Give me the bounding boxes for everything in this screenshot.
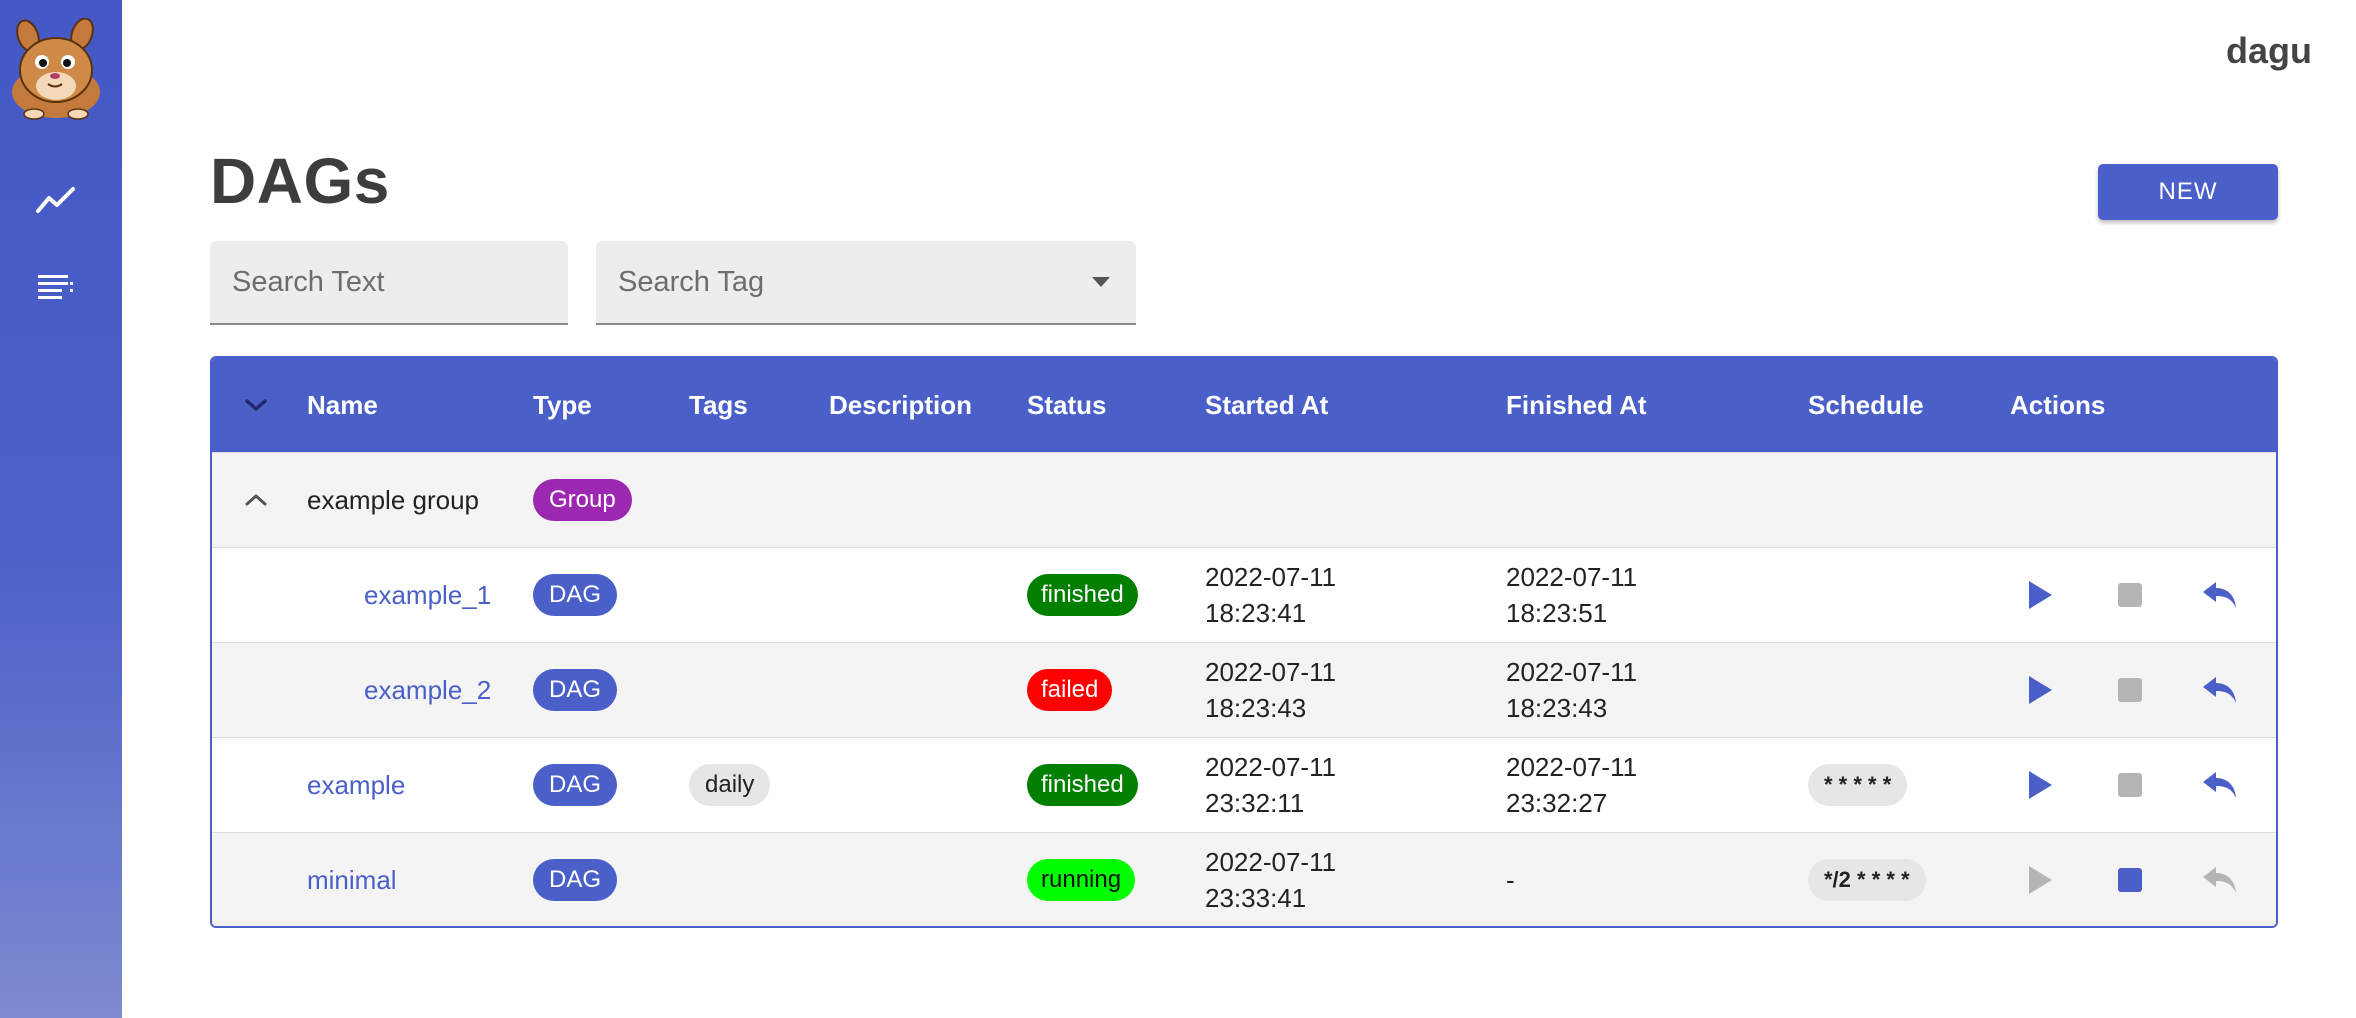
type-chip: DAG <box>533 574 618 616</box>
started-date: 2022-07-11 <box>1205 657 1337 687</box>
finished-date: 2022-07-11 <box>1506 657 1638 687</box>
dashboard-chart-icon[interactable] <box>32 176 80 224</box>
table-header: Name Type Tags Description Status Starte… <box>212 358 2276 452</box>
search-tag-field <box>596 241 1136 325</box>
started-time: 23:33:41 <box>1205 883 1307 913</box>
page-title: DAGs <box>210 145 390 217</box>
started-at: 2022-07-11 18:23:41 <box>1205 559 1336 631</box>
dag-name-link[interactable]: minimal <box>307 865 397 896</box>
column-header-started-at[interactable]: Started At <box>1205 358 1328 452</box>
stop-icon[interactable] <box>2110 765 2150 805</box>
started-date: 2022-07-11 <box>1205 752 1337 782</box>
play-icon[interactable] <box>2020 765 2060 805</box>
finished-at: 2022-07-11 18:23:51 <box>1506 559 1637 631</box>
stop-icon[interactable] <box>2110 860 2150 900</box>
search-tag-input[interactable] <box>596 241 1136 323</box>
finished-time: 18:23:43 <box>1506 693 1608 723</box>
finished-date: 2022-07-11 <box>1506 752 1638 782</box>
sidebar <box>0 0 122 1018</box>
column-header-name[interactable]: Name <box>307 358 378 452</box>
started-at: 2022-07-11 23:32:11 <box>1205 749 1336 821</box>
column-header-type[interactable]: Type <box>533 358 592 452</box>
dag-list-icon[interactable] <box>32 262 80 310</box>
stop-icon[interactable] <box>2110 670 2150 710</box>
finished-date: 2022-07-11 <box>1506 562 1638 592</box>
started-date: 2022-07-11 <box>1205 562 1337 592</box>
finished-at: 2022-07-11 23:32:27 <box>1506 749 1637 821</box>
table-row: example_1 DAG finished 2022-07-11 18:23:4… <box>212 547 2276 642</box>
column-header-description[interactable]: Description <box>829 358 972 452</box>
retry-icon[interactable] <box>2200 575 2240 615</box>
chevron-down-icon[interactable] <box>236 385 276 425</box>
schedule-chip: * * * * * <box>1808 764 1908 806</box>
dropdown-arrow-icon[interactable] <box>1092 277 1110 287</box>
play-icon[interactable] <box>2020 670 2060 710</box>
started-time: 18:23:41 <box>1205 598 1307 628</box>
group-type-chip: Group <box>533 479 632 521</box>
type-chip: DAG <box>533 669 618 711</box>
finished-time: 18:23:51 <box>1506 598 1608 628</box>
started-time: 18:23:43 <box>1205 693 1307 723</box>
status-badge: finished <box>1027 574 1138 616</box>
finished-at: 2022-07-11 18:23:43 <box>1506 654 1637 726</box>
tag-chip[interactable]: daily <box>689 764 771 806</box>
started-time: 23:32:11 <box>1205 788 1305 818</box>
group-row[interactable]: example group Group <box>212 452 2276 547</box>
table-row: example_2 DAG failed 2022-07-11 18:23:43 … <box>212 642 2276 737</box>
schedule-chip: */2 * * * * <box>1808 859 1926 901</box>
play-icon[interactable] <box>2020 575 2060 615</box>
column-header-schedule[interactable]: Schedule <box>1808 358 1924 452</box>
retry-icon[interactable] <box>2200 860 2240 900</box>
new-dag-button[interactable]: NEW <box>2098 164 2278 220</box>
stop-icon[interactable] <box>2110 575 2150 615</box>
search-text-field <box>210 241 568 325</box>
search-text-input[interactable] <box>210 241 568 323</box>
retry-icon[interactable] <box>2200 765 2240 805</box>
brand-name: dagu <box>2226 30 2312 71</box>
type-chip: DAG <box>533 764 618 806</box>
status-badge: failed <box>1027 669 1113 711</box>
finished-at: - <box>1506 864 1515 895</box>
group-name[interactable]: example group <box>307 485 479 516</box>
dag-name-link[interactable]: example <box>307 770 405 801</box>
status-badge: finished <box>1027 764 1138 806</box>
started-at: 2022-07-11 18:23:43 <box>1205 654 1336 726</box>
started-at: 2022-07-11 23:33:41 <box>1205 844 1336 916</box>
retry-icon[interactable] <box>2200 670 2240 710</box>
chevron-up-icon[interactable] <box>236 480 276 520</box>
table-row: minimal DAG running 2022-07-11 23:33:41 -… <box>212 832 2276 926</box>
column-header-status[interactable]: Status <box>1027 358 1106 452</box>
column-header-tags[interactable]: Tags <box>689 358 748 452</box>
table-row: example DAG daily finished 2022-07-11 23:… <box>212 737 2276 832</box>
finished-time: 23:32:27 <box>1506 788 1608 818</box>
dag-name-link[interactable]: example_2 <box>364 675 491 706</box>
play-icon[interactable] <box>2020 860 2060 900</box>
column-header-finished-at[interactable]: Finished At <box>1506 358 1647 452</box>
type-chip: DAG <box>533 859 618 901</box>
dag-name-link[interactable]: example_1 <box>364 580 491 611</box>
status-badge: running <box>1027 859 1136 901</box>
dag-table: Name Type Tags Description Status Starte… <box>210 356 2278 928</box>
column-header-actions: Actions <box>2010 390 2106 420</box>
dagu-logo[interactable] <box>4 17 108 122</box>
started-date: 2022-07-11 <box>1205 847 1337 877</box>
